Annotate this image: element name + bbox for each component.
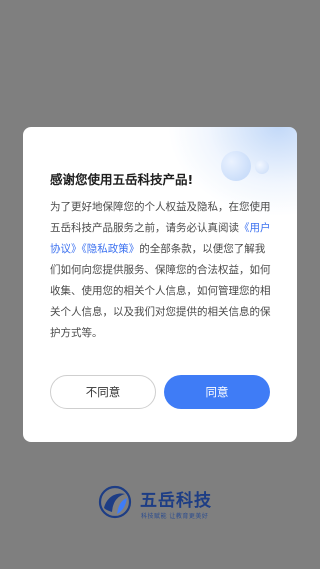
- dialog-body: 为了更好地保障您的个人权益及隐私，在您使用五岳科技产品服务之前，请务必认真阅读《…: [50, 197, 274, 344]
- body-text-start: 为了更好地保障您的个人权益及隐私，在您使用五岳科技产品服务之前，请务必认真阅读: [50, 201, 271, 234]
- brand-slogan: 科技赋能 让教育更美好: [141, 513, 209, 520]
- company-logo-icon: [98, 485, 132, 519]
- body-text-end: 的全部条款，以便您了解我们如何向您提供服务、保障您的合法权益，如何收集、使用您的…: [50, 243, 271, 339]
- brand-name: 五岳科技: [140, 491, 212, 511]
- privacy-consent-dialog: 感谢您使用五岳科技产品! 为了更好地保障您的个人权益及隐私，在您使用五岳科技产品…: [23, 127, 297, 442]
- disagree-button[interactable]: 不同意: [50, 375, 156, 409]
- dialog-title: 感谢您使用五岳科技产品!: [50, 172, 194, 187]
- brand-footer: 五岳科技 科技赋能 让教育更美好: [0, 484, 320, 524]
- decorative-bubble-small: [255, 160, 269, 174]
- privacy-policy-link[interactable]: 《隐私政策》: [82, 243, 140, 255]
- agree-button[interactable]: 同意: [164, 375, 270, 409]
- decorative-bubble-large: [221, 151, 251, 181]
